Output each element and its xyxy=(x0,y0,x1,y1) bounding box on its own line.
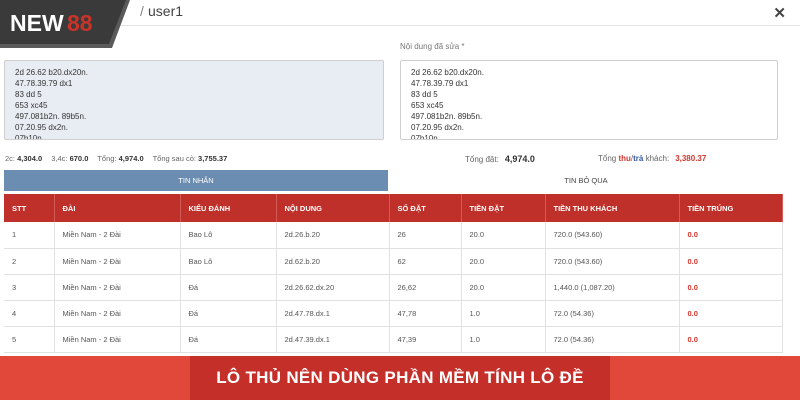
total-collect-pay: Tổng thu/trả khách: 3,380.37 xyxy=(598,154,706,163)
new88-logo: NEW 88 xyxy=(0,0,130,48)
column-header: ĐÀI xyxy=(54,194,181,222)
cell-numbers: 62 xyxy=(389,248,462,275)
edited-content-label: Nội dung đã sửa * xyxy=(400,42,465,51)
cell-bet-type: Bao Lô xyxy=(180,248,277,275)
cell-station: Miền Nam - 2 Đài xyxy=(54,248,181,275)
cell-bet-type: Đá xyxy=(180,326,277,353)
total-collect-prefix: Tổng xyxy=(598,154,617,163)
cell-station: Miền Nam - 2 Đài xyxy=(54,274,181,301)
cell-content: 2d.47.39.dx.1 xyxy=(276,326,390,353)
cell-numbers: 26 xyxy=(389,222,462,249)
table-row[interactable]: 1 Miền Nam - 2 Đài Bao Lô 2d.26.b.20 26 … xyxy=(4,222,783,249)
column-header: SỐ ĐẶT xyxy=(389,194,462,222)
close-icon[interactable]: ✕ xyxy=(773,4,786,22)
column-header: TIỀN TRÚNG xyxy=(679,194,783,222)
column-header: NỘI DUNG xyxy=(276,194,390,222)
cell-winnings: 0.0 xyxy=(679,222,783,249)
tab-skipped-messages[interactable]: TIN BỎ QUA xyxy=(390,170,782,191)
cell-numbers: 47,78 xyxy=(389,300,462,327)
stat-34c-value: 670.0 xyxy=(69,154,89,163)
table-row[interactable]: 4 Miền Nam - 2 Đài Đá 2d.47.78.dx.1 47,7… xyxy=(4,300,783,327)
cell-stake: 1.0 xyxy=(461,300,546,327)
logo-text-new: NEW xyxy=(10,10,64,36)
cell-content: 2d.62.b.20 xyxy=(276,248,390,275)
cell-content: 2d.26.62.dx.20 xyxy=(276,274,390,301)
edited-content-textarea[interactable]: 2d 26.62 b20.dx20n. 47.78.39.79 dx1 83 d… xyxy=(400,60,778,140)
column-header: KIỂU ĐÁNH xyxy=(180,194,277,222)
cell-bet-type: Đá xyxy=(180,274,277,301)
cell-stake: 20.0 xyxy=(461,222,546,249)
column-header: TIỀN ĐẶT xyxy=(461,194,546,222)
cell-stt: 5 xyxy=(4,326,55,353)
stat-2c-label: 2c: xyxy=(5,154,16,163)
cell-content: 2d.26.b.20 xyxy=(276,222,390,249)
cell-collect: 720.0 (543.60) xyxy=(545,222,680,249)
cell-content: 2d.47.78.dx.1 xyxy=(276,300,390,327)
cell-stt: 2 xyxy=(4,248,55,275)
column-header: TIỀN THU KHÁCH xyxy=(545,194,680,222)
total-collect-thu: thu xyxy=(618,154,631,163)
table-row[interactable]: 3 Miền Nam - 2 Đài Đá 2d.26.62.dx.20 26,… xyxy=(4,274,783,301)
cell-collect: 1,440.0 (1,087.20) xyxy=(545,274,680,301)
cell-stt: 3 xyxy=(4,274,55,301)
stat-34c-label: 3,4c: xyxy=(51,154,68,163)
cell-station: Miền Nam - 2 Đài xyxy=(54,222,181,249)
cell-station: Miền Nam - 2 Đài xyxy=(54,300,181,327)
stat-after-commission-value: 3,755.37 xyxy=(198,154,228,163)
bets-table: STT ĐÀI KIỂU ĐÁNH NỘI DUNG SỐ ĐẶT TIỀN Đ… xyxy=(4,194,783,353)
total-bet-value: 4,974.0 xyxy=(504,154,535,164)
stats-summary: 2c: 4,304.0 3,4c: 670.0 Tổng: 4,974.0 Tổ… xyxy=(5,154,227,163)
column-header: STT xyxy=(4,194,55,222)
dialog-title: user1 xyxy=(148,3,184,19)
cell-collect: 72.0 (54.36) xyxy=(545,326,680,353)
stat-after-commission-label: Tổng sau cò: xyxy=(152,154,196,163)
logo-text-88: 88 xyxy=(67,10,93,36)
cell-winnings: 0.0 xyxy=(679,300,783,327)
stat-2c-value: 4,304.0 xyxy=(17,154,43,163)
cell-collect: 720.0 (543.60) xyxy=(545,248,680,275)
footer-banner-text: LÔ THỦ NÊN DÙNG PHẦN MỀM TÍNH LÔ ĐỀ xyxy=(216,368,584,387)
total-bet-label: Tổng đặt: xyxy=(465,155,499,164)
tab-messages[interactable]: TIN NHẮN xyxy=(4,170,388,191)
table-row[interactable]: 5 Miền Nam - 2 Đài Đá 2d.47.39.dx.1 47,3… xyxy=(4,326,783,353)
cell-stt: 4 xyxy=(4,300,55,327)
cell-collect: 72.0 (54.36) xyxy=(545,300,680,327)
original-content-textarea[interactable]: 2d 26.62 b20.dx20n. 47.78.39.79 dx1 83 d… xyxy=(4,60,384,140)
cell-station: Miền Nam - 2 Đài xyxy=(54,326,181,353)
table-header-row: STT ĐÀI KIỂU ĐÁNH NỘI DUNG SỐ ĐẶT TIỀN Đ… xyxy=(4,194,783,222)
stat-total-value: 4,974.0 xyxy=(118,154,144,163)
cell-numbers: 26,62 xyxy=(389,274,462,301)
cell-stake: 20.0 xyxy=(461,248,546,275)
cell-stt: 1 xyxy=(4,222,55,249)
stat-total-label: Tổng: xyxy=(97,154,117,163)
total-collect-tra: trả xyxy=(633,154,644,163)
cell-winnings: 0.0 xyxy=(679,274,783,301)
cell-winnings: 0.0 xyxy=(679,326,783,353)
cell-bet-type: Đá xyxy=(180,300,277,327)
cell-numbers: 47,39 xyxy=(389,326,462,353)
cell-stake: 20.0 xyxy=(461,274,546,301)
total-collect-suffix: khách: xyxy=(645,154,670,163)
total-collect-value: 3,380.37 xyxy=(675,154,707,163)
dialog-window: / user1 ✕ Nội dung đã sửa * 2d 26.62 b20… xyxy=(0,0,800,400)
cell-winnings: 0.0 xyxy=(679,248,783,275)
table-row[interactable]: 2 Miền Nam - 2 Đài Bao Lô 2d.62.b.20 62 … xyxy=(4,248,783,275)
total-bet: Tổng đặt: 4,974.0 xyxy=(465,154,535,164)
cell-stake: 1.0 xyxy=(461,326,546,353)
cell-bet-type: Bao Lô xyxy=(180,222,277,249)
